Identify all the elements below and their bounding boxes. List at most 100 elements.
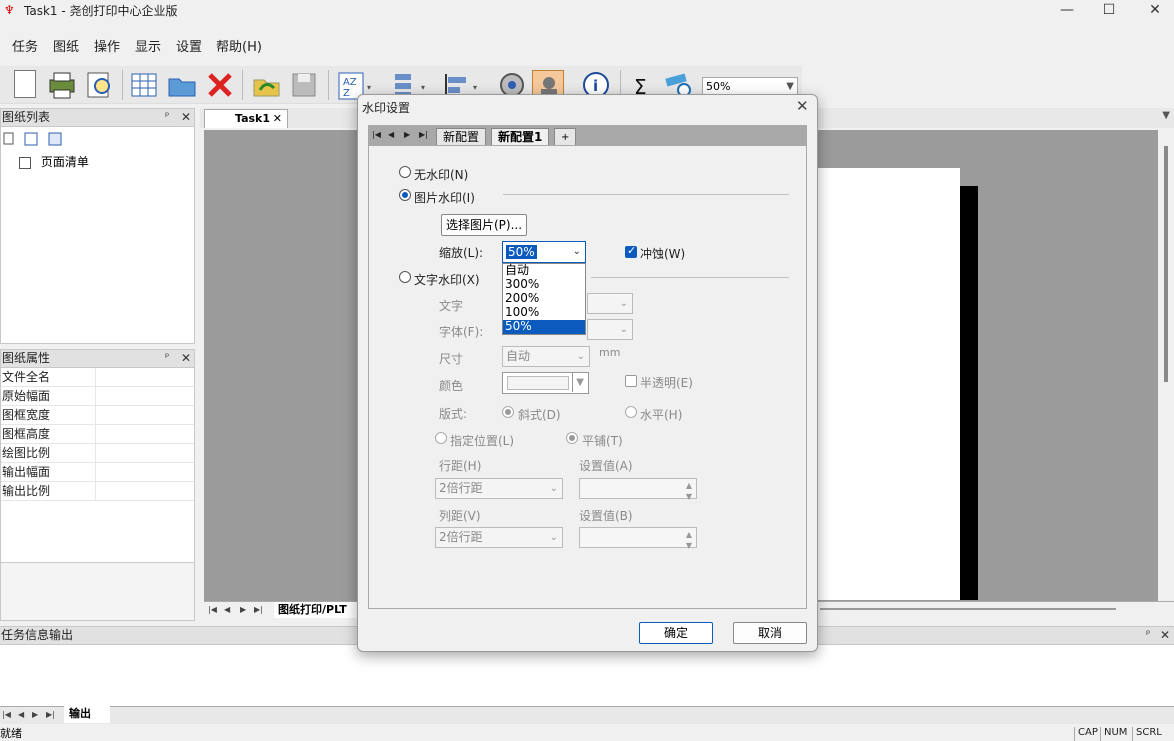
refresh-icon[interactable] bbox=[250, 70, 282, 100]
prev-sheet-icon[interactable]: ◀ bbox=[224, 605, 230, 614]
menu-task[interactable]: 任务 bbox=[12, 36, 38, 55]
scale-option[interactable]: 300% bbox=[503, 278, 585, 292]
close-window-button[interactable]: ✕ bbox=[1132, 0, 1174, 22]
scale-option-selected[interactable]: 50% bbox=[503, 320, 585, 334]
divider bbox=[503, 194, 789, 195]
col-spacing-select[interactable]: 2倍行距 ⌄ bbox=[435, 527, 563, 548]
scrollbar-thumb[interactable] bbox=[1164, 146, 1168, 382]
document-tab-task1[interactable]: Task1 ✕ bbox=[204, 109, 288, 128]
chevron-down-icon: ⌄ bbox=[576, 351, 585, 362]
chevron-down-icon: ⌄ bbox=[549, 532, 558, 543]
specified-position-radio[interactable] bbox=[435, 432, 447, 444]
menu-operation[interactable]: 操作 bbox=[94, 36, 120, 55]
horizontal-scrollbar[interactable] bbox=[820, 608, 1116, 610]
minimize-button[interactable]: — bbox=[1044, 0, 1090, 22]
tab-config1[interactable]: 新配置1 bbox=[491, 128, 550, 146]
color-picker[interactable]: ▼ bbox=[502, 372, 589, 394]
close-icon[interactable]: ✕ bbox=[1160, 628, 1170, 642]
menu-display[interactable]: 显示 bbox=[135, 36, 161, 55]
scale-option[interactable]: 100% bbox=[503, 306, 585, 320]
no-watermark-radio[interactable] bbox=[399, 166, 411, 178]
row-spacing-label: 行距(H) bbox=[439, 459, 482, 473]
tile-radio[interactable] bbox=[566, 432, 578, 444]
paper-shadow bbox=[960, 186, 978, 600]
svg-text:▾: ▾ bbox=[367, 83, 371, 92]
next-config-icon[interactable]: ▶ bbox=[404, 130, 410, 139]
spin-down-icon[interactable]: ▼ bbox=[686, 536, 692, 555]
tree-item-label: 页面清单 bbox=[40, 155, 89, 169]
scale-option[interactable]: 自动 bbox=[503, 264, 585, 278]
prop-name: 文件全名 bbox=[1, 368, 96, 386]
prop-row: 图框高度 bbox=[1, 425, 194, 444]
horizontal-radio[interactable] bbox=[625, 406, 637, 418]
grid-layout-icon[interactable] bbox=[128, 70, 160, 100]
horizontal-label: 水平(H) bbox=[640, 408, 683, 422]
dialog-close-icon[interactable]: ✕ bbox=[796, 97, 809, 115]
first-tab-icon[interactable]: |◀ bbox=[2, 710, 11, 719]
row-spacing-select[interactable]: 2倍行距 ⌄ bbox=[435, 478, 563, 499]
ok-button[interactable]: 确定 bbox=[639, 622, 713, 644]
add-tab-button[interactable]: + bbox=[554, 128, 577, 146]
pin-icon[interactable]: ᵖ bbox=[165, 111, 169, 122]
select-image-button[interactable]: 选择图片(P)... bbox=[441, 214, 527, 236]
scale-select[interactable]: 50% ⌄ bbox=[502, 241, 586, 263]
next-tab-icon[interactable]: ▶ bbox=[32, 710, 38, 719]
prev-tab-icon[interactable]: ◀ bbox=[18, 710, 24, 719]
text-input[interactable]: ⌄ bbox=[587, 293, 633, 314]
property-description bbox=[1, 562, 194, 620]
translucent-checkbox[interactable] bbox=[625, 375, 637, 387]
spin-down-icon[interactable]: ▼ bbox=[686, 487, 692, 506]
close-icon[interactable]: ✕ bbox=[181, 351, 191, 365]
last-config-icon[interactable]: ▶| bbox=[419, 130, 428, 139]
maximize-button[interactable]: ☐ bbox=[1086, 0, 1132, 22]
svg-text:▾: ▾ bbox=[473, 83, 477, 92]
list-view-icons bbox=[3, 131, 63, 147]
close-icon[interactable]: ✕ bbox=[273, 110, 282, 128]
set-value-a-spinner[interactable]: ▲ ▼ bbox=[579, 478, 697, 501]
size-select[interactable]: 自动 ⌄ bbox=[502, 346, 590, 367]
last-sheet-icon[interactable]: ▶| bbox=[254, 605, 263, 614]
output-tab[interactable]: 输出 bbox=[64, 706, 110, 723]
set-value-b-spinner[interactable]: ▲ ▼ bbox=[579, 527, 697, 550]
image-watermark-radio[interactable] bbox=[399, 189, 411, 201]
new-task-icon[interactable] bbox=[10, 70, 42, 100]
chevron-down-icon: ⌄ bbox=[549, 483, 558, 494]
delete-icon[interactable] bbox=[204, 70, 236, 100]
text-label: 文字 bbox=[439, 299, 464, 313]
preview-icon[interactable] bbox=[84, 70, 116, 100]
font-select[interactable]: ⌄ bbox=[587, 319, 633, 340]
chevron-down-icon[interactable]: ▼ bbox=[1162, 110, 1170, 121]
menu-drawing[interactable]: 图纸 bbox=[53, 36, 79, 55]
no-watermark-label: 无水印(N) bbox=[414, 168, 469, 182]
menu-settings[interactable]: 设置 bbox=[176, 36, 202, 55]
prev-config-icon[interactable]: ◀ bbox=[388, 130, 394, 139]
divider bbox=[591, 277, 789, 278]
size-value: 自动 bbox=[506, 349, 531, 363]
prop-row: 输出幅面 bbox=[1, 463, 194, 482]
open-folder-icon[interactable] bbox=[166, 70, 198, 100]
cancel-button[interactable]: 取消 bbox=[733, 622, 807, 644]
scale-dropdown-list: 自动 300% 200% 100% 50% bbox=[502, 263, 586, 335]
tree-item-page-list[interactable]: 页面清单 bbox=[7, 153, 89, 170]
sheet-tab-plt[interactable]: 图纸打印/PLT bbox=[274, 602, 360, 618]
first-sheet-icon[interactable]: |◀ bbox=[208, 605, 217, 614]
text-watermark-radio[interactable] bbox=[399, 271, 411, 283]
last-tab-icon[interactable]: ▶| bbox=[46, 710, 55, 719]
col-spacing-value: 2倍行距 bbox=[439, 530, 483, 544]
erode-checkbox[interactable] bbox=[625, 244, 637, 258]
diagonal-label: 斜式(D) bbox=[518, 408, 561, 422]
pin-icon[interactable]: ᵖ bbox=[165, 352, 169, 363]
menu-help[interactable]: 帮助(H) bbox=[216, 36, 262, 55]
first-config-icon[interactable]: |◀ bbox=[372, 130, 381, 139]
diagonal-radio[interactable] bbox=[502, 406, 514, 418]
next-sheet-icon[interactable]: ▶ bbox=[240, 605, 246, 614]
tile-label: 平铺(T) bbox=[582, 434, 623, 448]
scale-option[interactable]: 200% bbox=[503, 292, 585, 306]
printer-icon[interactable] bbox=[46, 70, 78, 100]
save-icon[interactable] bbox=[288, 70, 320, 100]
tab-config[interactable]: 新配置 bbox=[436, 128, 487, 146]
scroll-indicator: SCRL bbox=[1132, 727, 1174, 741]
pin-icon[interactable]: ᵖ bbox=[1146, 629, 1150, 640]
num-indicator: NUM bbox=[1100, 727, 1127, 741]
close-icon[interactable]: ✕ bbox=[181, 110, 191, 124]
